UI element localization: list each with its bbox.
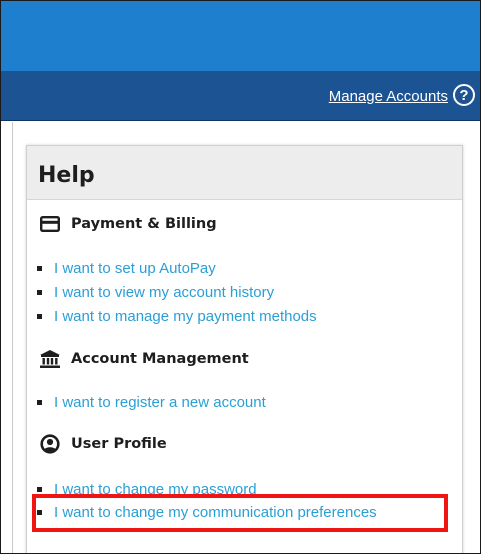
link-manage-payment-methods[interactable]: I want to manage my payment methods bbox=[54, 308, 317, 325]
app-window: Manage Accounts ? Help Payment & Billing… bbox=[0, 0, 481, 554]
section-account-management: Account Management bbox=[39, 348, 249, 370]
highlight-annotation bbox=[32, 494, 448, 532]
bullet bbox=[37, 265, 42, 271]
list-item: I want to manage my payment methods bbox=[37, 306, 317, 326]
list-item: I want to register a new account bbox=[37, 392, 266, 412]
credit-card-icon bbox=[39, 213, 61, 235]
bullet bbox=[37, 399, 42, 405]
manage-accounts-link[interactable]: Manage Accounts bbox=[329, 88, 448, 105]
link-setup-autopay[interactable]: I want to set up AutoPay bbox=[54, 260, 216, 277]
section-user-profile: User Profile bbox=[39, 433, 167, 455]
help-panel-header: Help bbox=[27, 146, 462, 200]
user-circle-icon bbox=[39, 433, 61, 455]
list-item: I want to view my account history bbox=[37, 282, 274, 302]
section-label: Account Management bbox=[71, 351, 249, 367]
bullet bbox=[37, 486, 42, 492]
bullet bbox=[37, 313, 42, 319]
bullet bbox=[37, 289, 42, 295]
bank-icon bbox=[39, 348, 61, 370]
top-banner bbox=[1, 1, 480, 71]
help-circle-icon[interactable]: ? bbox=[453, 84, 475, 106]
help-title: Help bbox=[38, 163, 95, 188]
link-register-new-account[interactable]: I want to register a new account bbox=[54, 394, 266, 411]
help-panel: Help Payment & Billing I want to set up … bbox=[26, 145, 463, 553]
list-item: I want to set up AutoPay bbox=[37, 258, 216, 278]
section-label: User Profile bbox=[71, 436, 167, 452]
section-label: Payment & Billing bbox=[71, 216, 217, 232]
section-payment-billing: Payment & Billing bbox=[39, 213, 217, 235]
divider bbox=[12, 122, 13, 553]
nav-bar: Manage Accounts ? bbox=[1, 71, 480, 121]
link-view-account-history[interactable]: I want to view my account history bbox=[54, 284, 274, 301]
